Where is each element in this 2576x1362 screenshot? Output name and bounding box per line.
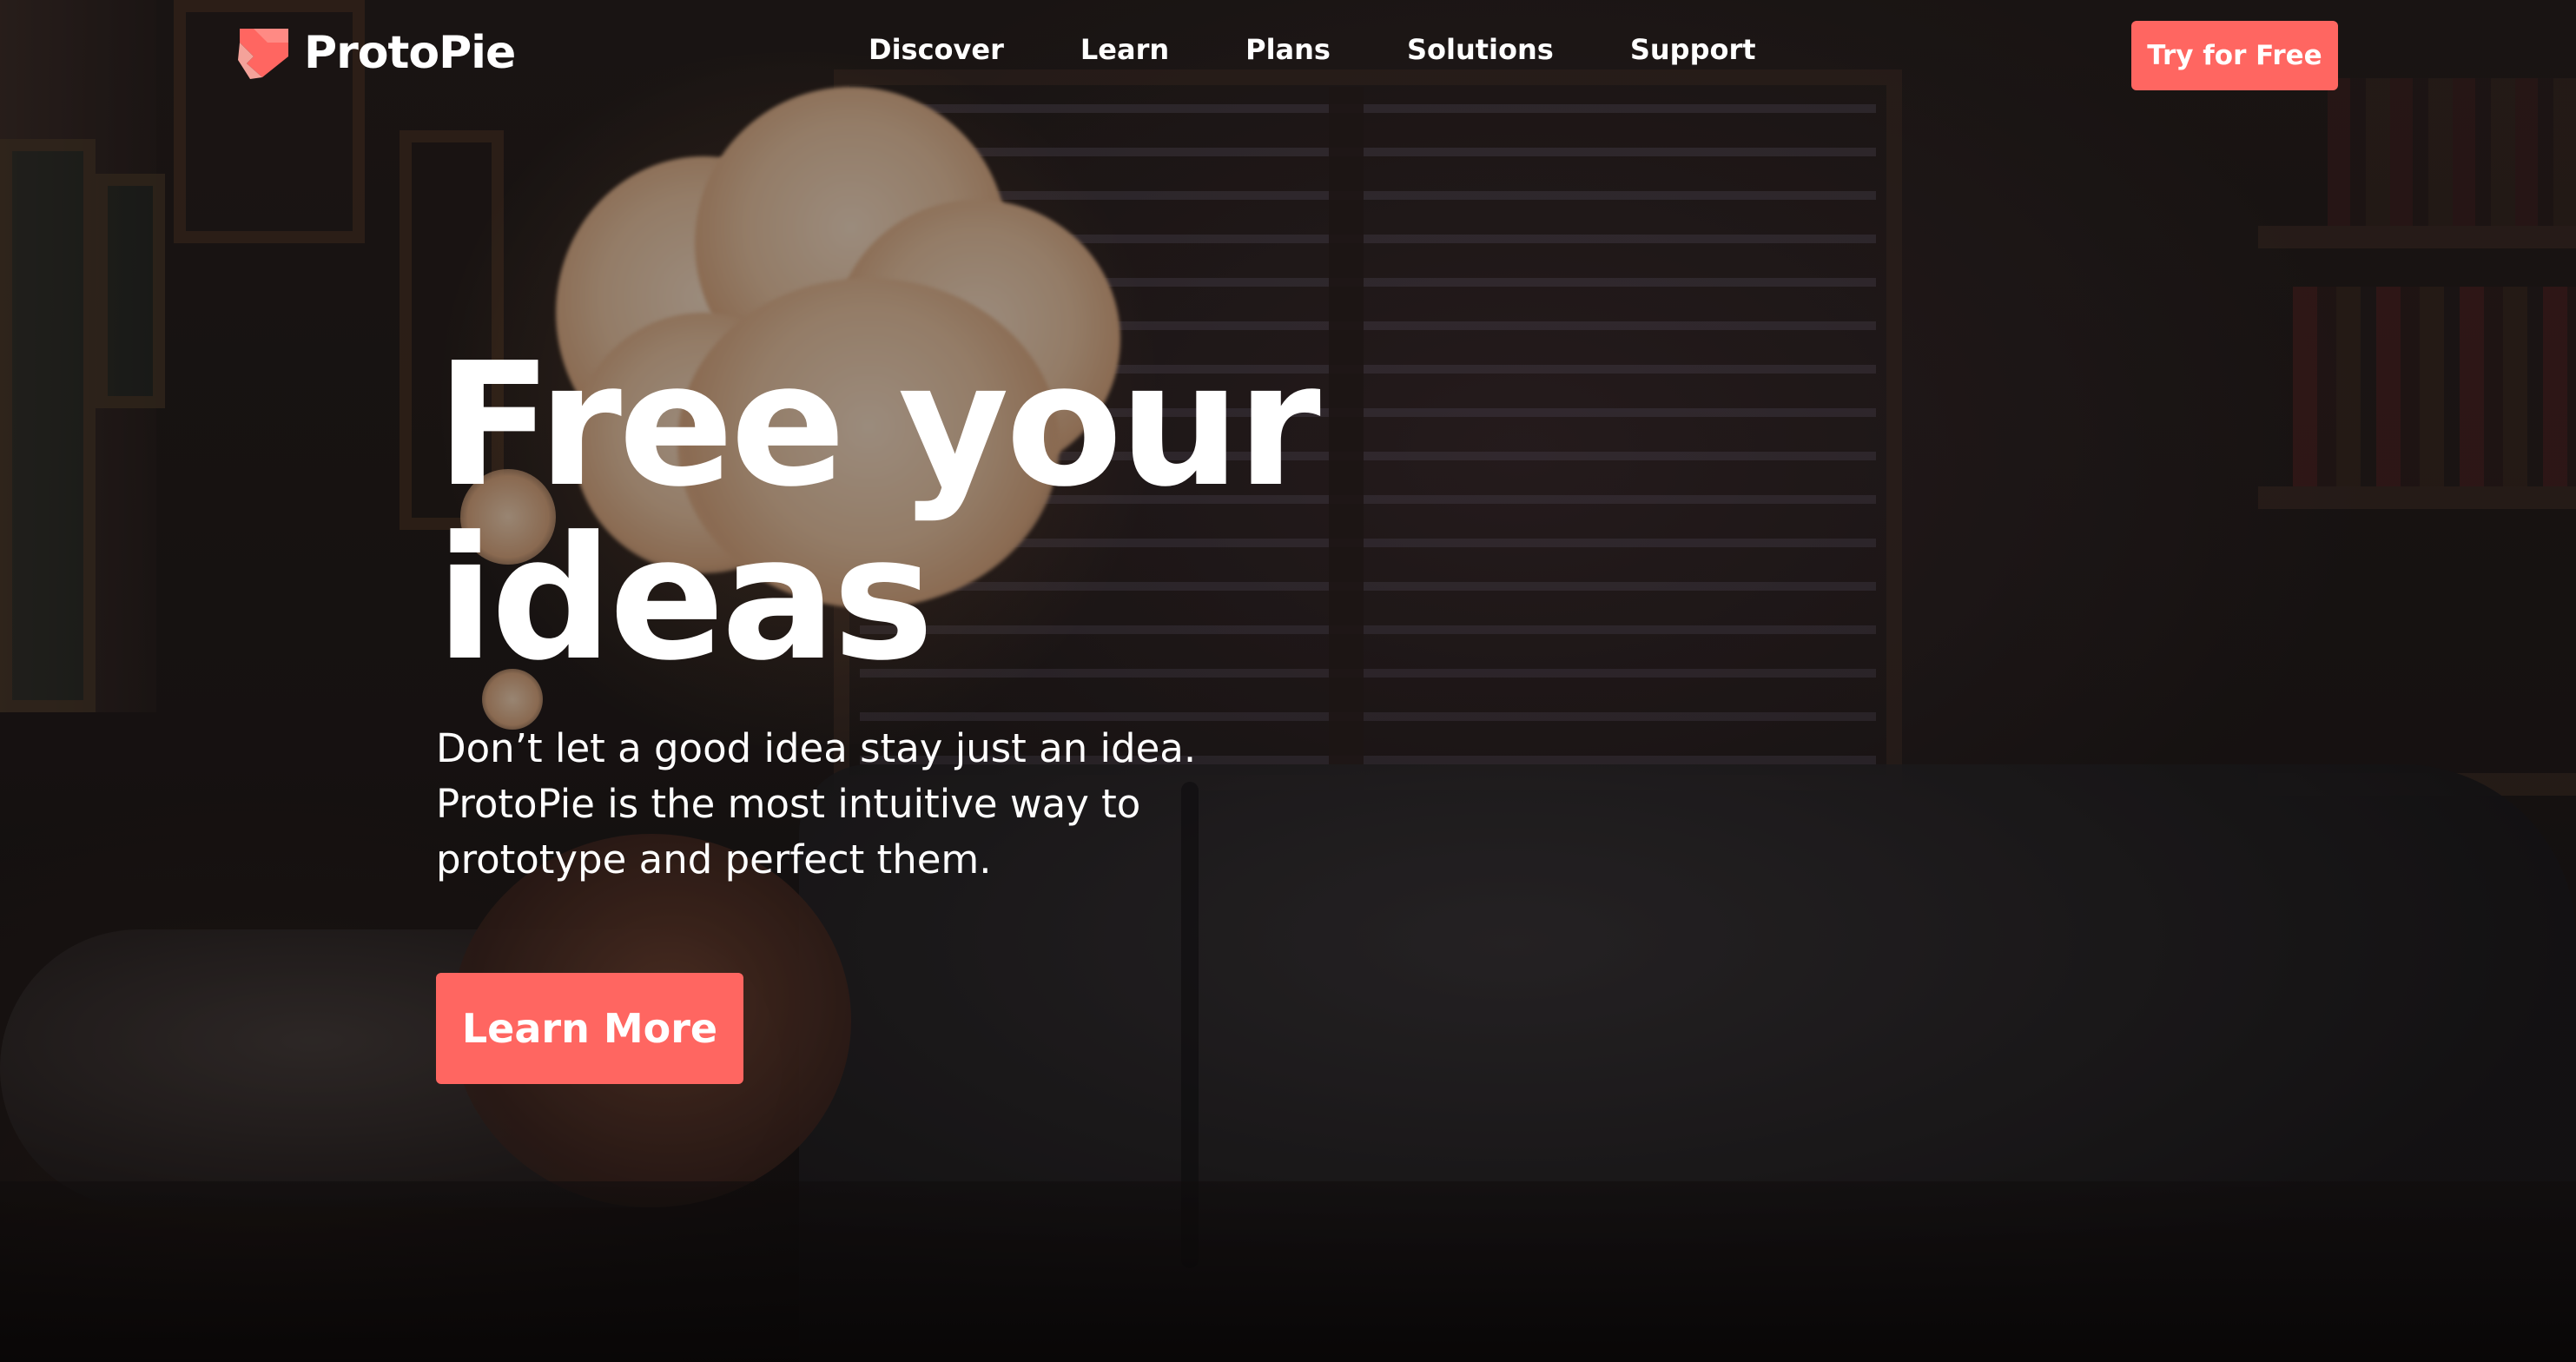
nav-link-plans[interactable]: Plans	[1245, 33, 1331, 66]
hero-subtitle: Don’t let a good idea stay just an idea.…	[436, 725, 1197, 883]
nav-links: Discover Learn Plans Solutions Support	[869, 33, 1833, 66]
protopie-logo-icon	[238, 29, 288, 79]
nav-link-support[interactable]: Support	[1630, 33, 1756, 66]
brand-name: ProtoPie	[304, 27, 516, 79]
hero-stage: ProtoPie Discover Learn Plans Solutions …	[0, 0, 2576, 1362]
top-navigation: ProtoPie Discover Learn Plans Solutions …	[0, 0, 2576, 111]
try-for-free-button[interactable]: Try for Free	[2131, 21, 2338, 90]
hero-title-line-1: Free your	[436, 327, 1321, 525]
hero-title: Free your ideas	[436, 339, 1652, 686]
learn-more-button[interactable]: Learn More	[436, 973, 743, 1084]
nav-link-solutions[interactable]: Solutions	[1407, 33, 1554, 66]
hero-content: Free your ideas Don’t let a good idea st…	[436, 339, 1652, 888]
nav-link-learn[interactable]: Learn	[1080, 33, 1169, 66]
nav-link-discover[interactable]: Discover	[869, 33, 1004, 66]
hero-title-line-2: ideas	[436, 500, 934, 698]
brand-logo-link[interactable]: ProtoPie	[236, 23, 516, 83]
